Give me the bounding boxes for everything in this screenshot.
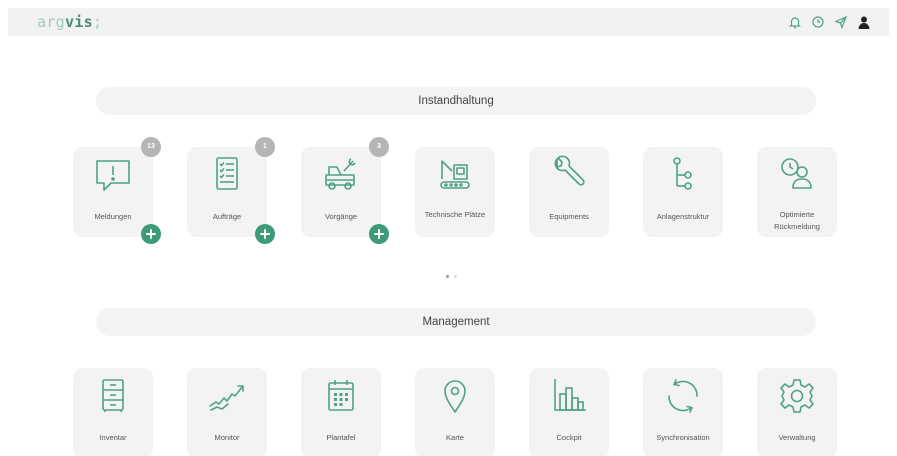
tile-label: Verwaltung bbox=[778, 433, 816, 442]
add-vorgang-button[interactable] bbox=[369, 224, 389, 244]
tile-label: Anlagenstruktur bbox=[656, 212, 710, 221]
add-auftrag-button[interactable] bbox=[255, 224, 275, 244]
pager-dot[interactable] bbox=[454, 275, 457, 278]
logo-text-part2: vis bbox=[65, 13, 93, 31]
app-logo[interactable]: argvis; bbox=[37, 13, 102, 31]
sync-icon bbox=[663, 376, 703, 416]
tile-label: Meldungen bbox=[94, 212, 132, 221]
tile-vorgaenge[interactable]: Vorgänge 3 bbox=[301, 137, 389, 244]
tile-label: Inventar bbox=[99, 433, 127, 442]
user-clock-icon bbox=[777, 155, 817, 195]
tile-optimierte-rueckmeldung[interactable]: Optimierte Rückmeldung bbox=[757, 147, 837, 237]
tile-label: Aufträge bbox=[212, 212, 242, 221]
map-pin-icon bbox=[435, 376, 475, 416]
tile-label: Synchronisation bbox=[656, 433, 710, 442]
count-badge: 1 bbox=[255, 137, 275, 157]
tile-label: Optimierte Rückmeldung bbox=[774, 210, 820, 231]
wrench-icon bbox=[549, 155, 589, 195]
message-alert-icon bbox=[93, 155, 133, 195]
tile-meldungen[interactable]: Meldungen 13 bbox=[73, 137, 161, 244]
logo-text-part1: arg bbox=[37, 13, 65, 31]
tile-auftraege[interactable]: Aufträge 1 bbox=[187, 137, 275, 244]
send-icon[interactable] bbox=[833, 14, 849, 30]
clock-icon[interactable] bbox=[810, 14, 826, 30]
tile-synchronisation[interactable]: Synchronisation bbox=[643, 368, 723, 456]
logo-text-part3: ; bbox=[93, 13, 103, 31]
tile-label: Karte bbox=[446, 433, 464, 442]
tile-equipments[interactable]: Equipments bbox=[529, 147, 609, 237]
tile-label: Technische Plätze bbox=[424, 210, 486, 219]
add-meldung-button[interactable] bbox=[141, 224, 161, 244]
bar-chart-icon bbox=[549, 376, 589, 416]
tile-label: Vorgänge bbox=[324, 212, 358, 221]
tile-verwaltung[interactable]: Verwaltung bbox=[757, 368, 837, 456]
top-bar: argvis; bbox=[8, 8, 889, 36]
checklist-icon bbox=[207, 155, 247, 195]
tile-plantafel[interactable]: Plantafel bbox=[301, 368, 381, 456]
tile-karte[interactable]: Karte bbox=[415, 368, 495, 456]
count-badge: 13 bbox=[141, 137, 161, 157]
user-avatar-icon[interactable] bbox=[856, 14, 872, 30]
tile-label: Equipments bbox=[549, 212, 589, 221]
tile-monitor[interactable]: Monitor bbox=[187, 368, 267, 456]
calendar-icon bbox=[321, 376, 361, 416]
tile-cockpit[interactable]: Cockpit bbox=[529, 368, 609, 456]
tile-inventar[interactable]: Inventar bbox=[73, 368, 153, 456]
pager-dot-active[interactable] bbox=[446, 275, 449, 278]
tile-technische-plaetze[interactable]: Technische Plätze bbox=[415, 147, 495, 237]
cabinet-icon bbox=[93, 376, 133, 416]
tile-anlagenstruktur[interactable]: Anlagenstruktur bbox=[643, 147, 723, 237]
gear-icon bbox=[777, 376, 817, 416]
vehicle-wrench-icon bbox=[321, 155, 361, 195]
trend-chart-icon bbox=[207, 376, 247, 416]
tile-label: Plantafel bbox=[326, 433, 356, 442]
section-header-instandhaltung: Instandhaltung bbox=[96, 87, 816, 115]
structure-tree-icon bbox=[663, 155, 703, 195]
tile-label: Cockpit bbox=[556, 433, 582, 442]
section-header-management: Management bbox=[96, 308, 816, 336]
count-badge: 3 bbox=[369, 137, 389, 157]
technical-place-icon bbox=[435, 155, 475, 195]
tile-label: Monitor bbox=[214, 433, 240, 442]
bell-icon[interactable] bbox=[787, 14, 803, 30]
